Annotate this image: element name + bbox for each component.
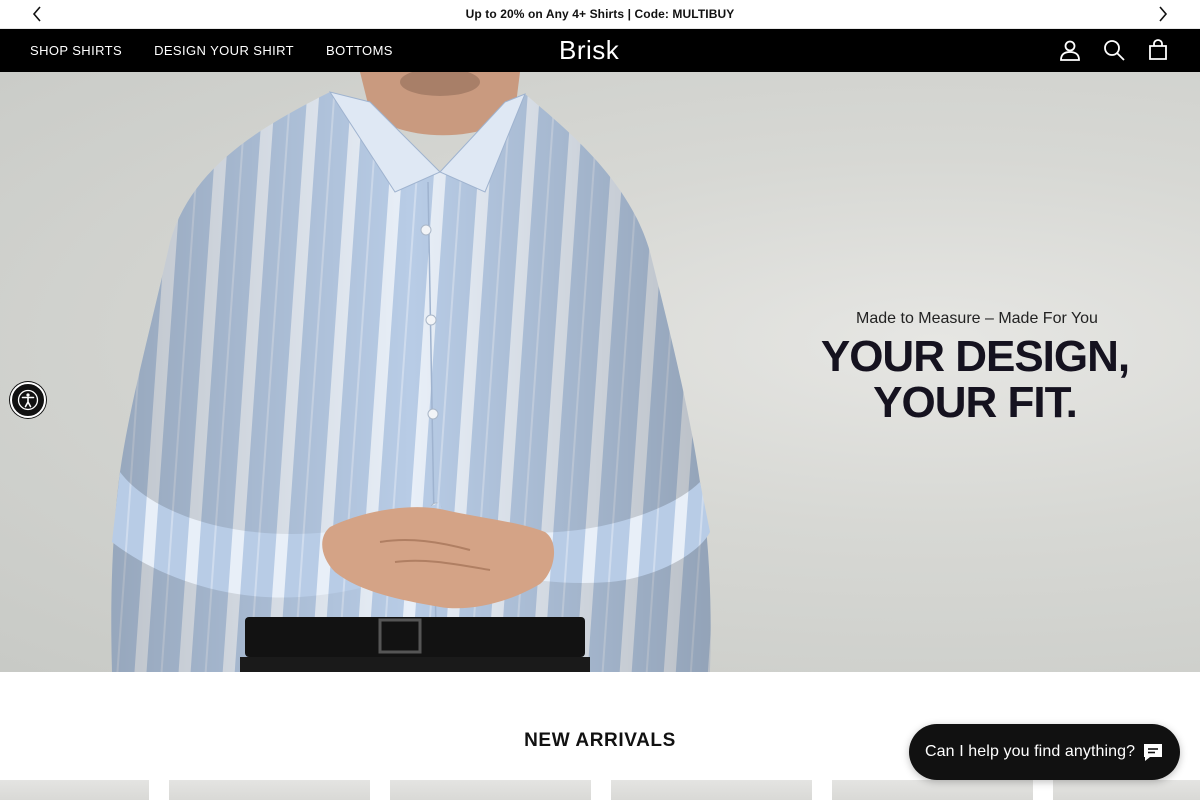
main-nav: SHOP SHIRTS DESIGN YOUR SHIRT BOTTOMS Br… — [0, 29, 1200, 72]
hero-heading-line-1: YOUR DESIGN, — [820, 332, 1130, 381]
product-card[interactable] — [390, 780, 591, 800]
accessibility-button[interactable] — [10, 382, 46, 418]
nav-link-design-your-shirt[interactable]: DESIGN YOUR SHIRT — [154, 43, 294, 58]
hero-heading-line-2: YOUR FIT. — [873, 378, 1078, 427]
announcement-bar: Up to 20% on Any 4+ Shirts | Code: MULTI… — [0, 0, 1200, 29]
chevron-left-icon[interactable] — [28, 5, 46, 23]
accessibility-icon — [17, 389, 39, 411]
new-arrivals-carousel — [0, 780, 1200, 800]
nav-links: SHOP SHIRTS DESIGN YOUR SHIRT BOTTOMS — [30, 29, 393, 72]
nav-link-bottoms[interactable]: BOTTOMS — [326, 43, 393, 58]
cart-icon[interactable] — [1146, 38, 1170, 62]
chat-bubble-icon — [1144, 744, 1162, 761]
nav-link-shop-shirts[interactable]: SHOP SHIRTS — [30, 43, 122, 58]
announcement-text[interactable]: Up to 20% on Any 4+ Shirts | Code: MULTI… — [466, 7, 735, 21]
product-card[interactable] — [169, 780, 370, 800]
product-card[interactable] — [1053, 780, 1200, 800]
brand-logo[interactable]: Brisk — [559, 35, 619, 66]
chat-prompt-text: Can I help you find anything? — [925, 743, 1136, 760]
chevron-right-icon[interactable] — [1154, 5, 1172, 23]
hero-tagline: Made to Measure – Made For You — [856, 310, 1098, 327]
search-icon[interactable] — [1102, 38, 1126, 62]
product-card[interactable] — [611, 780, 812, 800]
nav-icons — [1058, 38, 1170, 62]
hero-heading: YOUR DESIGN, YOUR FIT. — [800, 334, 1150, 426]
product-card[interactable] — [0, 780, 149, 800]
chat-widget-button[interactable]: Can I help you find anything? — [909, 724, 1180, 780]
hero-banner[interactable]: Made to Measure – Made For You YOUR DESI… — [0, 72, 1200, 672]
account-icon[interactable] — [1058, 38, 1082, 62]
product-card[interactable] — [832, 780, 1033, 800]
